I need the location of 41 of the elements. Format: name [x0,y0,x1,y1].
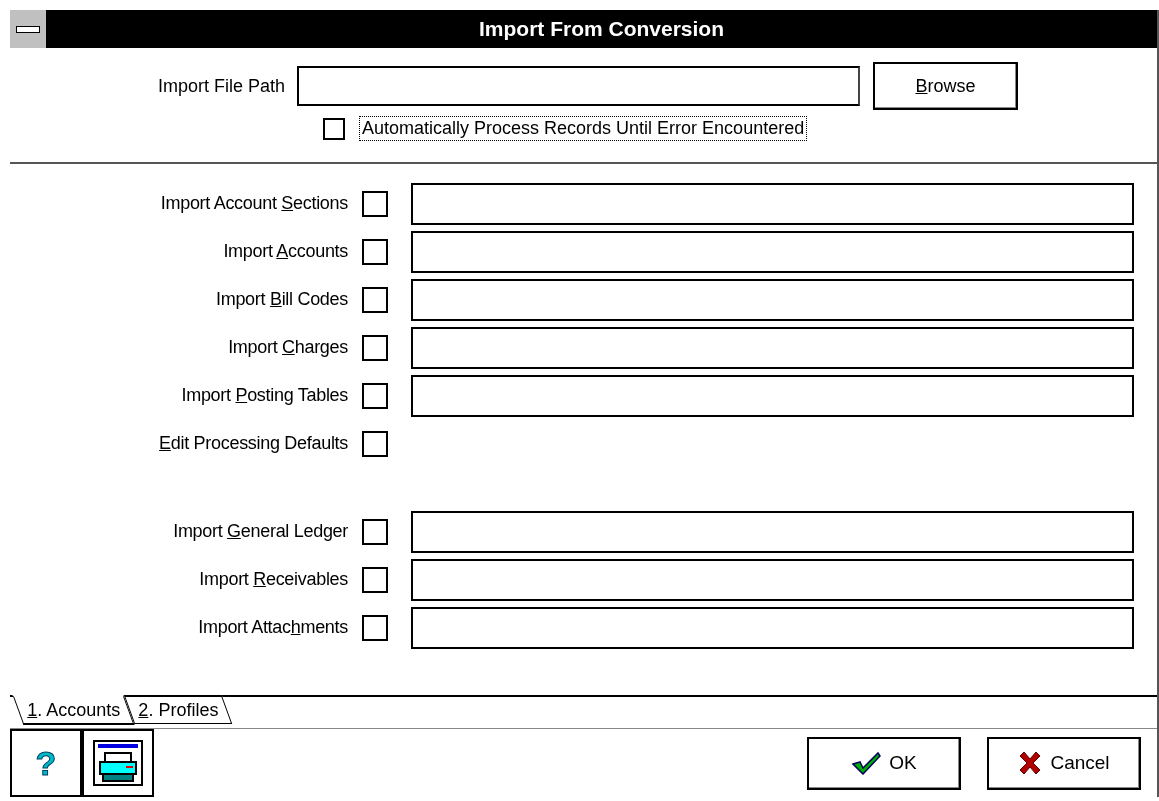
input-field[interactable] [297,66,860,106]
input-field[interactable] [411,606,1134,649]
input-field[interactable] [411,558,1134,601]
checkbox[interactable] [362,382,388,409]
print-button[interactable] [82,729,154,797]
option-label: Import Attachments [197,617,348,639]
input-field[interactable] [411,326,1134,369]
checkbox[interactable] [362,286,388,313]
tab[interactable]: 1. Accounts [12,694,135,725]
field-label: Import File Path [156,75,285,97]
option-label: Import Accounts [222,241,348,263]
input-field[interactable] [411,374,1134,417]
checkbox[interactable] [362,518,388,545]
window-title: Import From Conversion [478,17,725,41]
printer-icon [93,740,143,786]
option-label: Import Receivables [198,569,348,591]
option-label: Import Account Sections [159,193,348,215]
tab[interactable]: 2. Profiles [123,694,233,724]
option-label: Import Bill Codes [215,289,348,311]
input-field[interactable] [411,182,1134,225]
checkbox[interactable] [362,566,388,593]
checkbox[interactable] [362,238,388,265]
system-menu-button[interactable] [10,10,46,48]
checkmark-icon [851,751,882,775]
checkbox[interactable] [362,334,388,361]
checkbox[interactable] [362,190,388,217]
option-label: Edit Processing Defaults [158,433,348,455]
checkbox[interactable] [362,430,388,457]
cancel-button[interactable]: Cancel [987,736,1141,790]
checkbox[interactable] [362,614,388,641]
option-label: Import Posting Tables [180,385,348,407]
ok-button[interactable]: OK [807,736,961,790]
checkbox[interactable] [323,117,345,140]
browse-button[interactable]: Browse [873,62,1018,110]
option-label: Import General Ledger [172,521,348,543]
checkbox-label[interactable]: Automatically Process Records Until Error Encountered [359,116,808,141]
input-field[interactable] [411,278,1134,321]
input-field[interactable] [411,510,1134,553]
x-icon [1018,751,1043,775]
input-field[interactable] [411,230,1134,273]
option-label: Import Charges [227,337,348,359]
